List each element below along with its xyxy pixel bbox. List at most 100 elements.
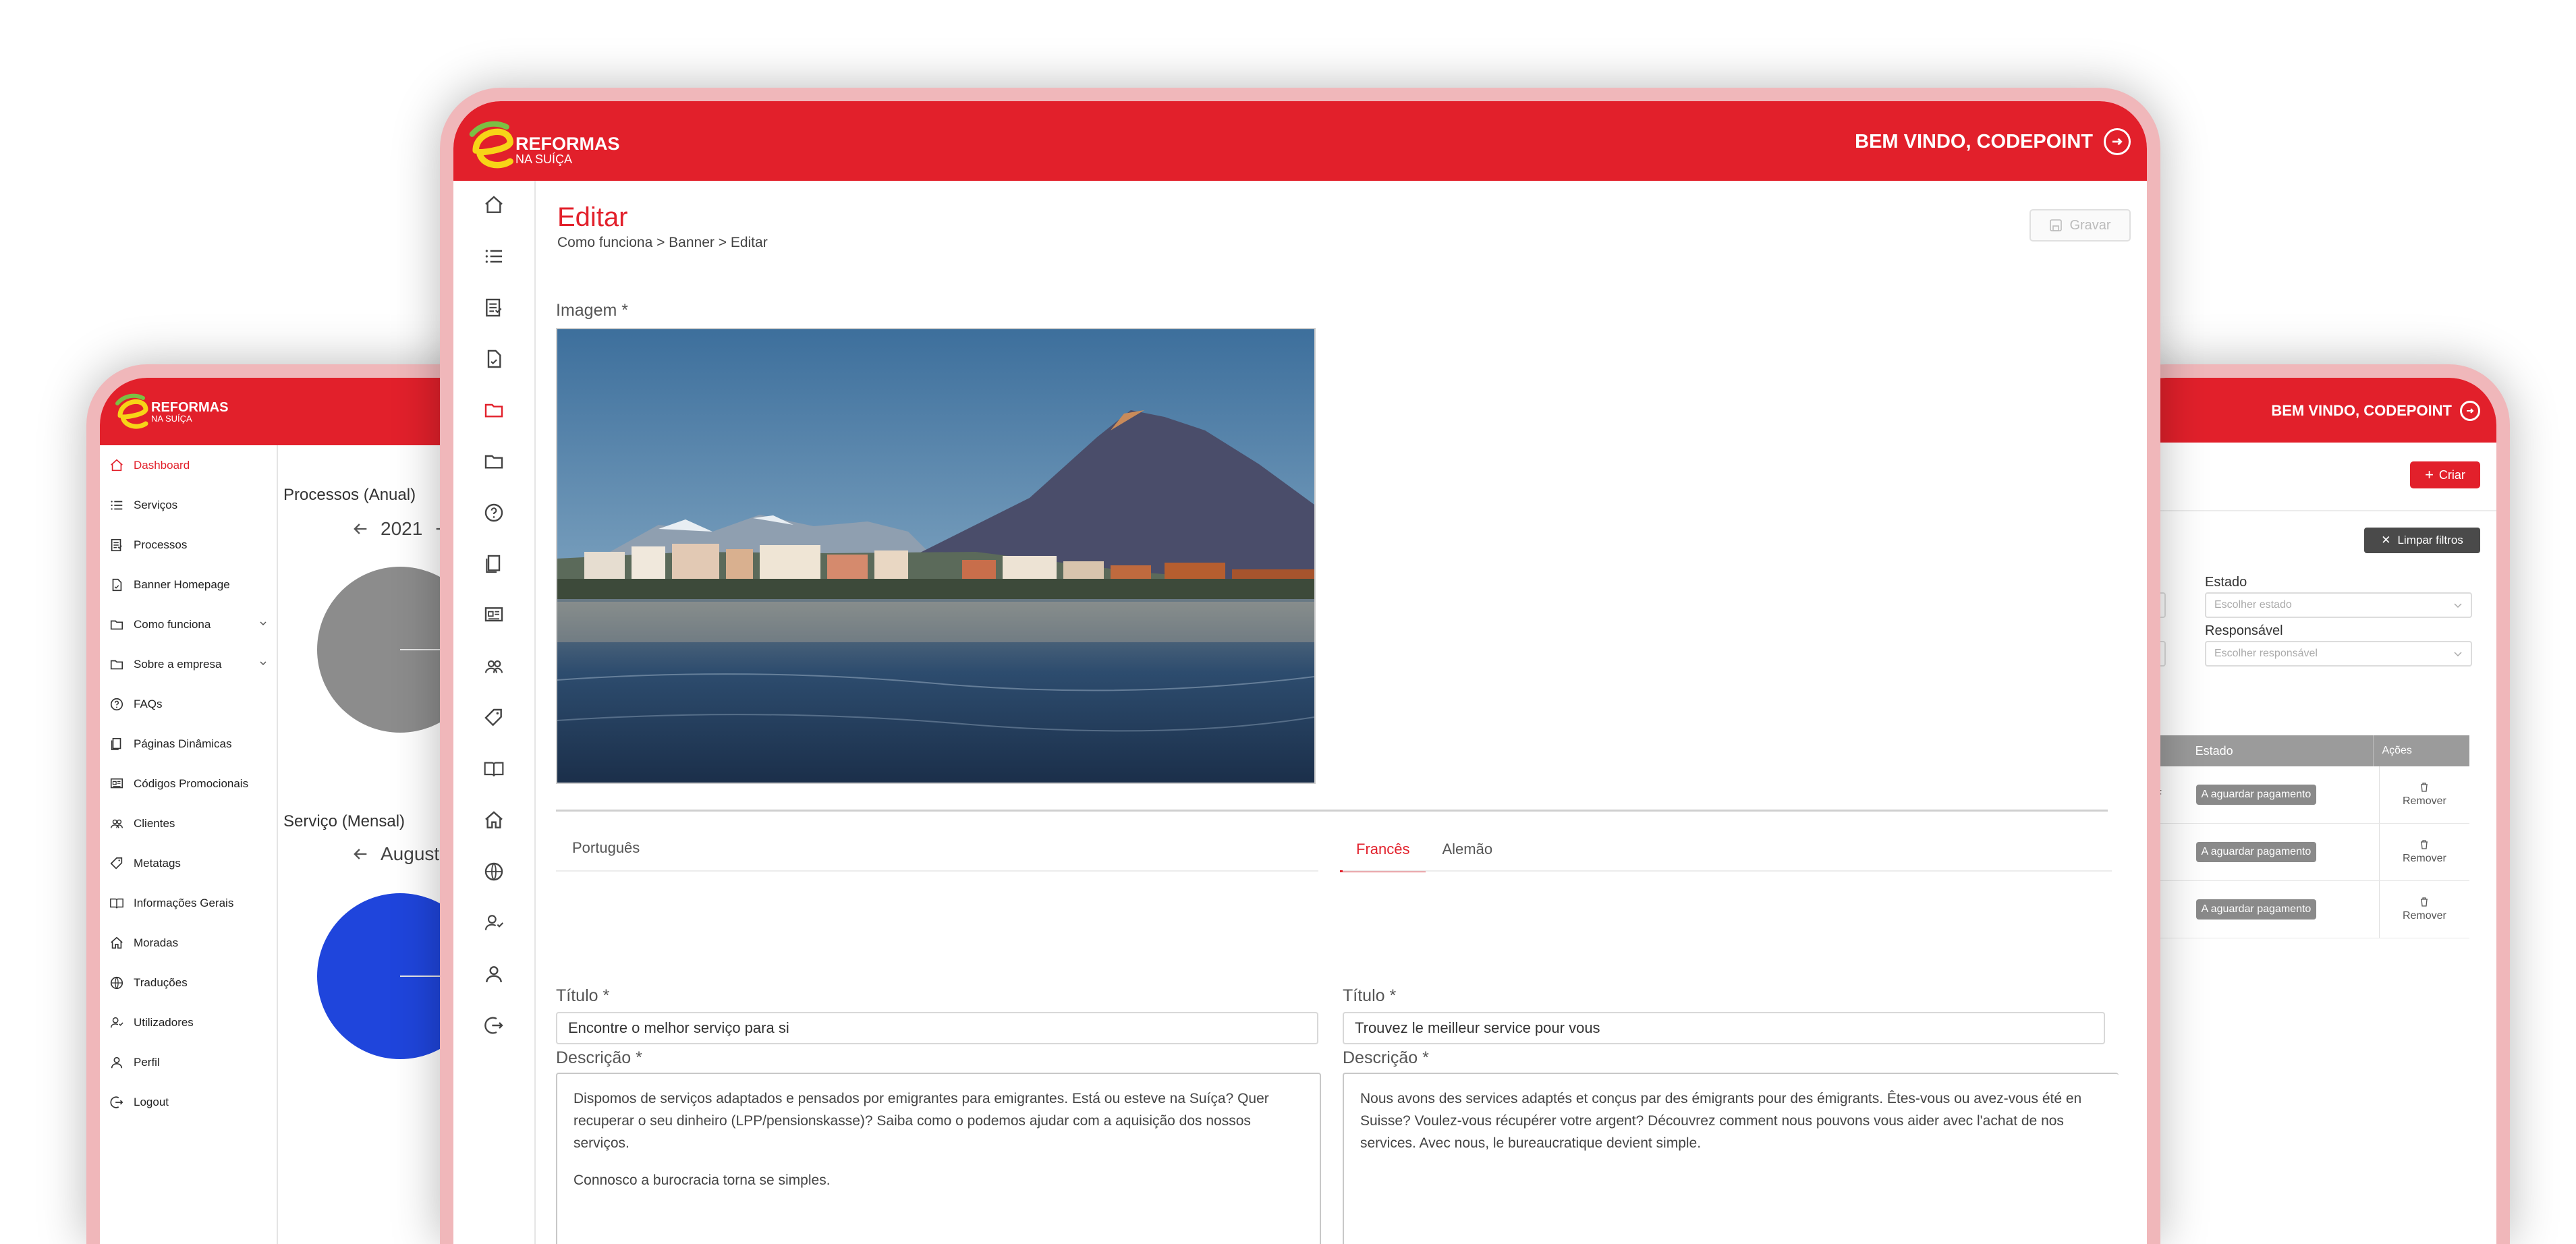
arrow-left-icon[interactable] (351, 519, 370, 538)
sidebar-item-label: Metatags (134, 856, 181, 870)
pages-icon[interactable] (483, 553, 505, 575)
welcome-area: BEM VINDO, CODEPOINT (1855, 128, 2131, 155)
document-icon (108, 576, 125, 594)
title-label-pt: Título * (556, 986, 610, 1005)
create-button[interactable]: + Criar (2410, 461, 2480, 488)
sidebar-item-label: Informações Gerais (134, 896, 234, 909)
sidebar-item-processos[interactable]: Processos (100, 525, 277, 565)
sidebar-item-codigos-promocionais[interactable]: Códigos Promocionais (100, 764, 277, 803)
description-paragraph: Connosco a burocracia torna se simples. (573, 1172, 831, 1188)
column-actions: Ações (2373, 735, 2469, 766)
sidebar-item-label: Serviços (134, 498, 178, 511)
trash-icon (2419, 839, 2430, 850)
folder-icon[interactable] (483, 451, 505, 472)
status-filter-select[interactable]: Escolher estado (2205, 592, 2472, 618)
save-button[interactable]: Gravar (2029, 209, 2131, 242)
sidebar-item-informacoes-gerais[interactable]: Informações Gerais (100, 883, 277, 923)
remove-button[interactable]: Remover (2378, 766, 2469, 823)
home-icon[interactable] (483, 194, 505, 216)
top-bar: BEM VINDO, CODEPOINT (2119, 378, 2496, 443)
column-status[interactable]: Estado (2190, 744, 2374, 758)
description-textarea-fr[interactable]: Nous avons des services adaptés et conçu… (1343, 1073, 2119, 1244)
tag-icon (108, 855, 125, 872)
sidebar-item-banner-homepage[interactable]: Banner Homepage (100, 565, 277, 604)
title-input-fr[interactable]: Trouvez le meilleur service pour vous (1343, 1012, 2105, 1044)
sidebar-item-label: FAQs (134, 697, 163, 710)
users-icon[interactable] (483, 912, 505, 934)
description-textarea-pt[interactable]: Dispomos de serviços adaptados e pensado… (556, 1073, 1321, 1244)
sidebar-item-como-funciona[interactable]: Como funciona (100, 604, 277, 644)
tag-icon[interactable] (483, 707, 505, 729)
chevron-down-icon (2454, 603, 2462, 609)
sidebar-item-label: Códigos Promocionais (134, 776, 249, 790)
logo-mark-icon (115, 393, 148, 429)
globe-icon[interactable] (483, 861, 505, 882)
user-icon[interactable] (483, 963, 505, 985)
list-icon[interactable] (483, 246, 505, 267)
breadcrumb[interactable]: Como funciona > Banner > Editar (557, 235, 768, 251)
icon-sidebar (453, 181, 536, 1244)
tab-alemao[interactable]: Alemão (1426, 828, 1509, 870)
sidebar-item-paginas-dinamicas[interactable]: Páginas Dinâmicas (100, 724, 277, 764)
document-icon[interactable] (483, 348, 505, 370)
remove-button[interactable]: Remover (2378, 881, 2469, 938)
status-badge: A aguardar pagamento (2195, 842, 2317, 862)
welcome-text: BEM VINDO, CODEPOINT (2271, 402, 2452, 419)
status-badge: A aguardar pagamento (2195, 785, 2317, 805)
brand-logo[interactable]: REFORMAS NA SUÍÇA (468, 116, 620, 174)
sidebar-item-moradas[interactable]: Moradas (100, 923, 277, 963)
tab-portugues[interactable]: Português (556, 827, 656, 869)
title-input-pt[interactable]: Encontre o melhor serviço para si (556, 1012, 1318, 1044)
brand-name: REFORMAS (151, 399, 229, 415)
sidebar-item-servicos[interactable]: Serviços (100, 485, 277, 525)
description-paragraph: Dispomos de serviços adaptados e pensado… (573, 1091, 1269, 1151)
editor-content: Editar Como funciona > Banner > Editar G… (536, 181, 2147, 1244)
sidebar-item-faqs[interactable]: FAQs (100, 684, 277, 724)
tabs-underline (1343, 870, 2112, 872)
sidebar-item-metatags[interactable]: Metatags (100, 843, 277, 883)
folder-icon[interactable] (483, 399, 505, 421)
lake-town-image (557, 329, 1314, 783)
brand-sub: NA SUÍÇA (151, 413, 192, 424)
status-filter-label: Estado (2205, 575, 2247, 590)
globe-icon (108, 974, 125, 992)
clients-icon[interactable] (483, 656, 505, 677)
language-tabs-left: Português (556, 827, 656, 869)
logout-icon[interactable] (2104, 128, 2131, 155)
top-bar: REFORMAS NA SUÍÇA BEM VINDO, CODEPOINT (453, 101, 2147, 181)
sidebar-item-traducoes[interactable]: Traduções (100, 963, 277, 1002)
section-divider (556, 810, 2108, 812)
logout-icon[interactable] (2460, 401, 2480, 421)
chart-nav-annual: 2021 (351, 518, 452, 540)
clear-filters-button[interactable]: ✕ Limpar filtros (2364, 528, 2480, 553)
create-label: Criar (2438, 468, 2465, 482)
arrow-left-icon[interactable] (351, 845, 370, 864)
tab-frances[interactable]: Francês (1340, 828, 1426, 872)
sidebar-item-label: Utilizadores (134, 1015, 194, 1029)
sidebar-item-utilizadores[interactable]: Utilizadores (100, 1002, 277, 1042)
sidebar-item-label: Logout (134, 1095, 169, 1108)
sidebar-item-dashboard[interactable]: Dashboard (100, 445, 277, 485)
sidebar-item-logout[interactable]: Logout (100, 1082, 277, 1122)
logout-icon[interactable] (483, 1015, 505, 1036)
description-label-pt: Descrição * (556, 1048, 642, 1067)
book-icon[interactable] (483, 758, 505, 780)
help-icon[interactable] (483, 502, 505, 524)
clear-filters-label: Limpar filtros (2397, 534, 2463, 546)
brand-logo[interactable]: REFORMAS NA SUÍÇA (115, 390, 228, 433)
receipt-icon[interactable] (483, 297, 505, 318)
language-tabs-right: Francês Alemão (1340, 828, 1509, 872)
pages-icon (108, 735, 125, 753)
sidebar-item-sobre-a-empresa[interactable]: Sobre a empresa (100, 644, 277, 684)
sidebar-item-clientes[interactable]: Clientes (100, 803, 277, 843)
chart-title-monthly: Serviço (Mensal) (283, 812, 405, 830)
banner-image[interactable] (556, 328, 1316, 784)
remove-label: Remover (2402, 853, 2446, 864)
house-icon[interactable] (483, 810, 505, 831)
responsible-filter-select[interactable]: Escolher responsável (2205, 641, 2472, 667)
promo-icon[interactable] (483, 604, 505, 626)
sidebar-item-perfil[interactable]: Perfil (100, 1042, 277, 1082)
remove-button[interactable]: Remover (2378, 824, 2469, 880)
chevron-down-icon (259, 659, 267, 667)
page-title: Editar (557, 202, 628, 232)
